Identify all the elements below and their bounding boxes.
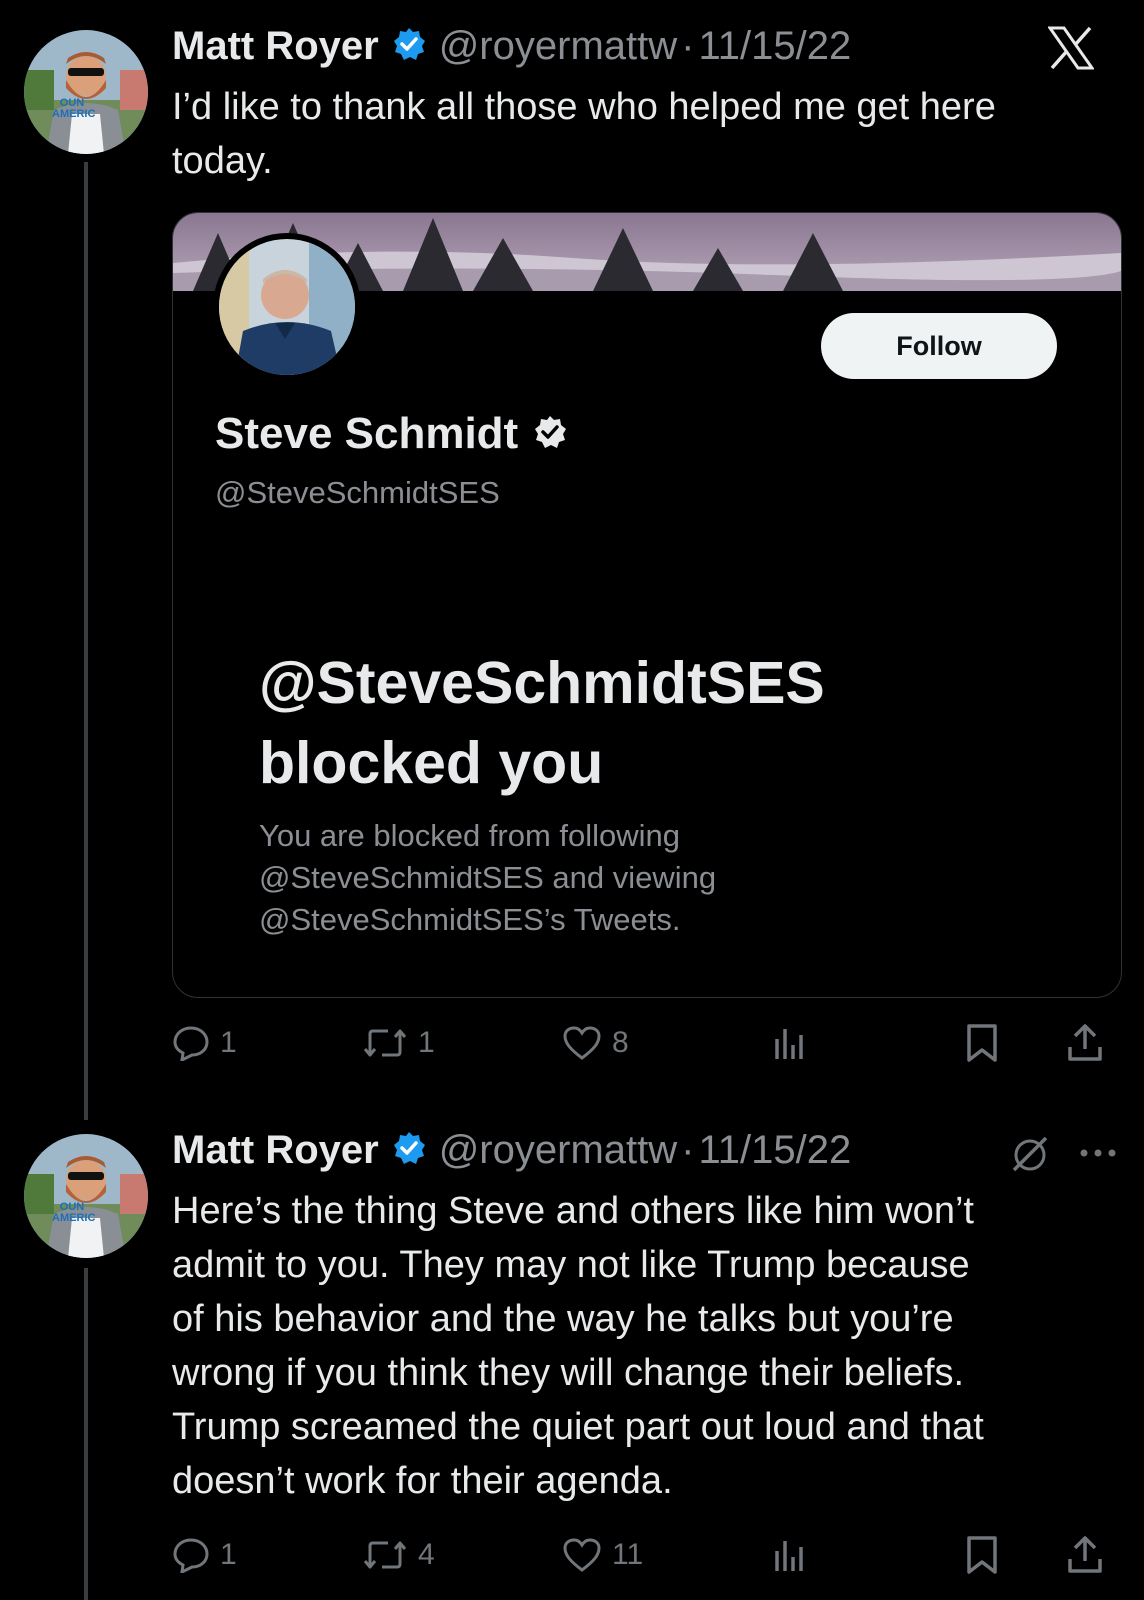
x-logo-icon[interactable]: [1047, 26, 1095, 75]
blocked-message-line: You are blocked from following: [259, 818, 681, 853]
blocked-title: @SteveSchmidtSES blocked you: [259, 643, 825, 803]
tweet-text-line: I’d like to thank all those who helped m…: [172, 86, 996, 128]
profile-name-row: Steve Schmidt: [215, 409, 568, 459]
share-icon: [1066, 1535, 1104, 1575]
share-button[interactable]: [1066, 1535, 1104, 1575]
profile-avatar-ring: [213, 233, 361, 381]
share-icon: [1066, 1023, 1104, 1063]
tweet-date[interactable]: 11/15/22: [698, 24, 851, 69]
reply-button[interactable]: 1: [172, 1025, 237, 1061]
heart-icon: [562, 1537, 602, 1573]
thread-line: [84, 162, 88, 1120]
profile-handle: @SteveSchmidtSES: [215, 475, 500, 510]
tweet-text-line: Trump screamed the quiet part out loud a…: [172, 1406, 984, 1448]
reply-icon: [172, 1537, 210, 1573]
grok-icon[interactable]: [1010, 1134, 1050, 1179]
reply-count: 1: [220, 1026, 237, 1059]
author-name[interactable]: Matt Royer: [172, 24, 379, 69]
blocked-message-line: @SteveSchmidtSES and viewing: [259, 860, 717, 895]
views-button[interactable]: [772, 1537, 808, 1573]
avatar-shirt-text: OUN AMERIC: [52, 97, 96, 120]
retweet-count: 1: [418, 1026, 435, 1059]
tweet-text-line: today.: [172, 140, 273, 182]
bookmark-button[interactable]: [966, 1535, 998, 1575]
embedded-profile-card[interactable]: Follow Steve Schmidt @SteveSchmidtSES @S…: [172, 212, 1122, 998]
tweet-text-line: doesn’t work for their agenda.: [172, 1460, 673, 1502]
analytics-icon: [772, 1537, 808, 1573]
tweet-text-line: admit to you. They may not like Trump be…: [172, 1244, 970, 1286]
bookmark-icon: [966, 1023, 998, 1063]
tweet-text: I’d like to thank all those who helped m…: [172, 80, 1112, 188]
tweet-header: Matt Royer @royermattw · 11/15/22: [172, 1128, 851, 1173]
more-options-icon[interactable]: [1078, 1146, 1118, 1165]
tweet-actions: 1 1 8: [172, 1018, 1112, 1068]
avatar[interactable]: [24, 1134, 148, 1258]
thread-line: [84, 1268, 88, 1600]
heart-icon: [562, 1025, 602, 1061]
separator: ·: [681, 1128, 695, 1172]
avatar[interactable]: [24, 30, 148, 154]
bookmark-button[interactable]: [966, 1023, 998, 1063]
blocked-title-line: blocked you: [259, 730, 604, 796]
tweet-text-line: of his behavior and the way he talks but…: [172, 1298, 954, 1340]
blocked-message-line: @SteveSchmidtSES’s Tweets.: [259, 902, 681, 937]
author-handle[interactable]: @royermattw: [439, 1128, 677, 1173]
reply-button[interactable]: 1: [172, 1537, 237, 1573]
verified-badge-icon: [391, 1130, 427, 1171]
views-button[interactable]: [772, 1025, 808, 1061]
verified-badge-icon: [391, 26, 427, 67]
tweet-text-line: Here’s the thing Steve and others like h…: [172, 1190, 974, 1232]
share-button[interactable]: [1066, 1023, 1104, 1063]
retweet-button[interactable]: 1: [362, 1025, 435, 1061]
author-handle[interactable]: @royermattw: [439, 24, 677, 69]
tweet-header: Matt Royer @royermattw · 11/15/22: [172, 24, 851, 69]
profile-name: Steve Schmidt: [215, 409, 519, 458]
separator: ·: [681, 24, 695, 68]
follow-button[interactable]: Follow: [821, 313, 1057, 379]
tweet-date[interactable]: 11/15/22: [698, 1128, 851, 1173]
analytics-icon: [772, 1025, 808, 1061]
retweet-icon: [362, 1025, 408, 1061]
like-button[interactable]: 11: [562, 1537, 643, 1573]
author-name[interactable]: Matt Royer: [172, 1128, 379, 1173]
retweet-icon: [362, 1537, 408, 1573]
blocked-message: You are blocked from following @SteveSch…: [259, 815, 716, 941]
verified-badge-icon: [532, 414, 568, 455]
like-count: 11: [612, 1538, 644, 1571]
retweet-count: 4: [418, 1538, 435, 1571]
like-count: 8: [612, 1026, 629, 1059]
tweet-actions: 1 4 11: [172, 1530, 1112, 1580]
reply-icon: [172, 1025, 210, 1061]
bookmark-icon: [966, 1535, 998, 1575]
avatar-shirt-text: OUN AMERIC: [52, 1201, 96, 1224]
tweet-text: Here’s the thing Steve and others like h…: [172, 1184, 1122, 1508]
like-button[interactable]: 8: [562, 1025, 629, 1061]
tweet-text-line: wrong if you think they will change thei…: [172, 1352, 965, 1394]
profile-avatar[interactable]: [219, 239, 355, 375]
blocked-title-line: @SteveSchmidtSES: [259, 650, 825, 716]
retweet-button[interactable]: 4: [362, 1537, 435, 1573]
reply-count: 1: [220, 1538, 237, 1571]
